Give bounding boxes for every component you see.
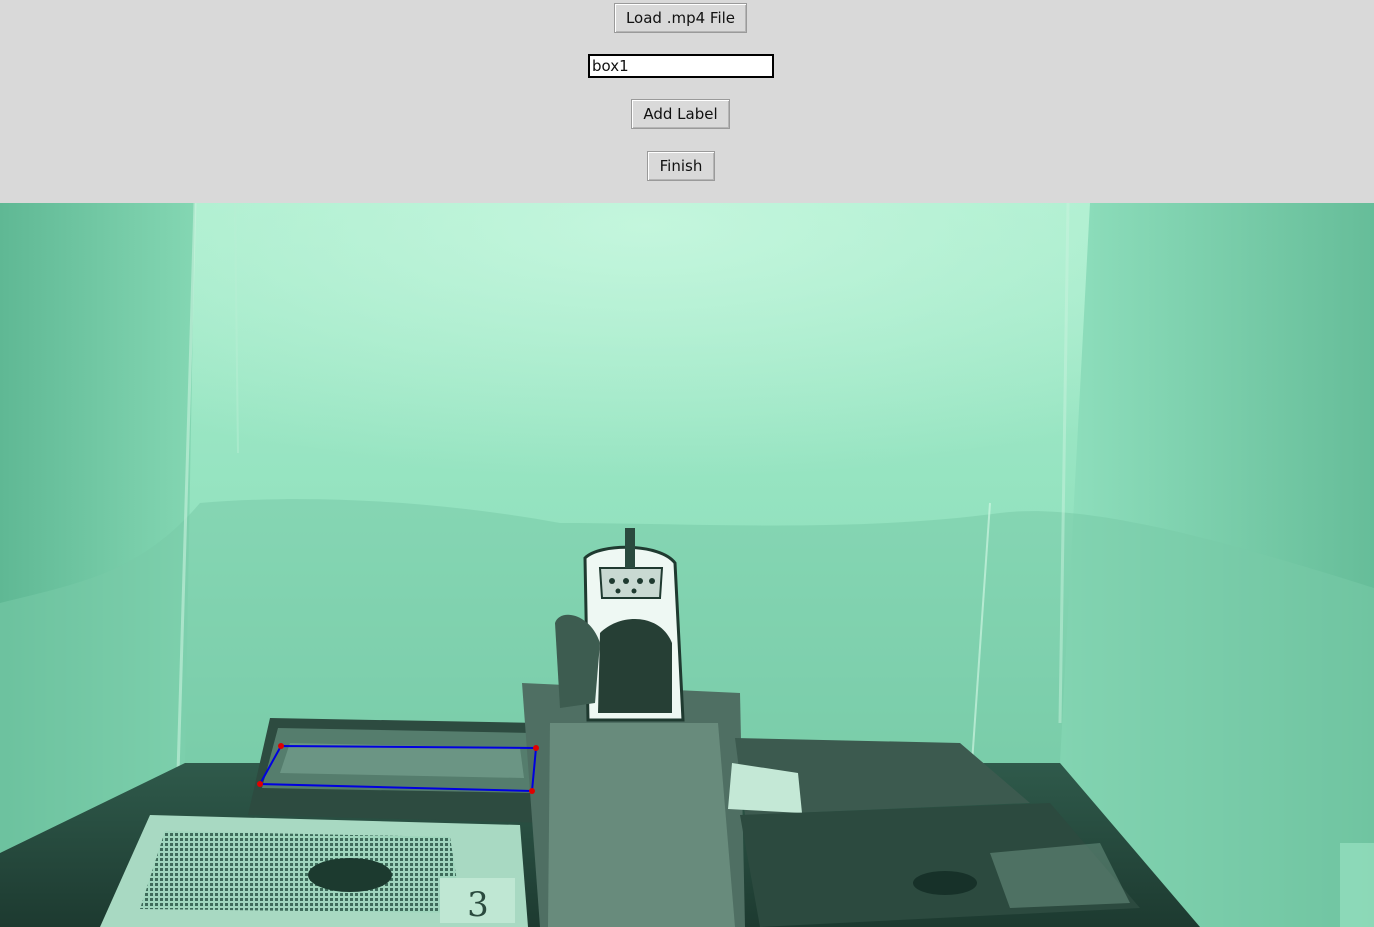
box-number-label: 3 — [467, 885, 489, 925]
annotation-vertex[interactable] — [278, 743, 284, 749]
video-frame-canvas[interactable]: 3 — [0, 203, 1374, 927]
load-mp4-button[interactable]: Load .mp4 File — [614, 3, 747, 33]
annotation-vertex[interactable] — [533, 745, 539, 751]
add-label-button[interactable]: Add Label — [631, 99, 730, 129]
box-hole — [308, 858, 392, 892]
annotation-vertex[interactable] — [529, 788, 535, 794]
finish-button[interactable]: Finish — [647, 151, 715, 181]
video-frame[interactable]: 3 — [0, 203, 1374, 927]
label-input[interactable] — [588, 54, 774, 78]
annotation-vertex[interactable] — [257, 781, 263, 787]
control-panel: Load .mp4 File Add Label Finish — [0, 0, 1374, 203]
